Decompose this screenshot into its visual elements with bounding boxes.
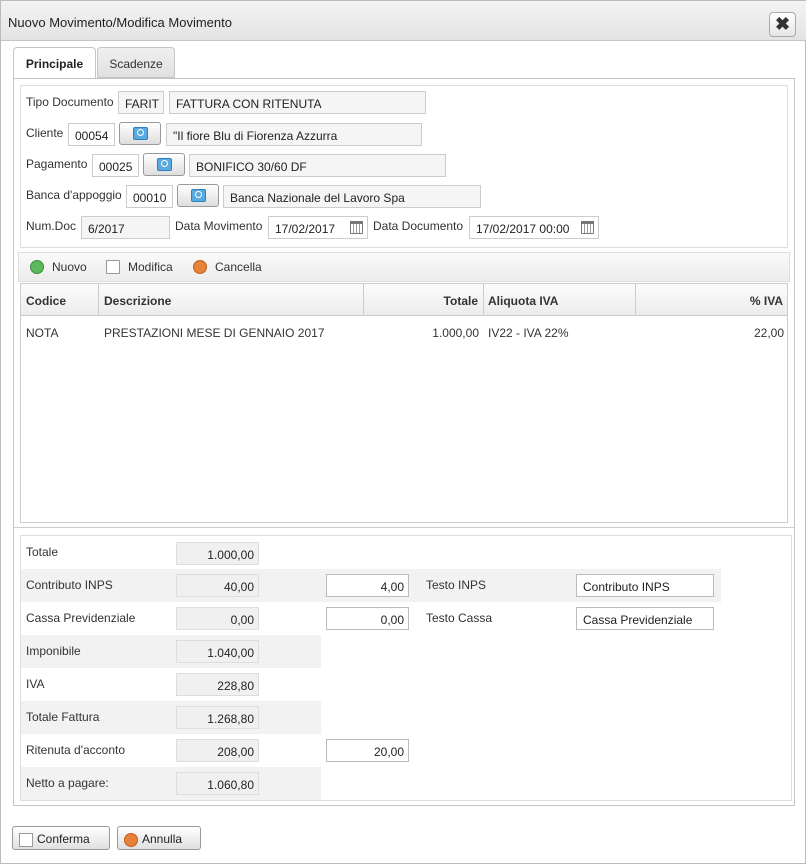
totale-label: Totale xyxy=(26,545,59,559)
cancel-icon xyxy=(124,832,138,847)
dialog-window: Nuovo Movimento/Modifica Movimento ✖ Pri… xyxy=(0,0,806,864)
rows-toolbar: Nuovo Modifica Cancella xyxy=(18,252,790,282)
conferma-label: Conferma xyxy=(37,832,90,846)
contributo-inps-row: Contributo INPS 40,00 4,00 Testo INPS Co… xyxy=(21,569,721,602)
ritenuta-row: Ritenuta d'acconto 208,00 xyxy=(21,734,321,767)
grid-header: Codice Descrizione Totale Aliquota IVA %… xyxy=(21,284,787,316)
column-header-totale[interactable]: Totale xyxy=(364,284,484,315)
cliente-search-button[interactable] xyxy=(119,122,161,145)
annulla-button[interactable]: Annulla xyxy=(117,826,201,850)
contributo-inps-value: 40,00 xyxy=(176,574,259,597)
calendar-icon[interactable] xyxy=(581,221,594,234)
column-header-codice[interactable]: Codice xyxy=(21,284,99,315)
ritenuta-label: Ritenuta d'acconto xyxy=(26,743,126,757)
totale-fattura-label: Totale Fattura xyxy=(26,710,100,724)
contributo-inps-label: Contributo INPS xyxy=(26,578,113,592)
iva-label: IVA xyxy=(26,677,45,691)
pagamento-description-field: BONIFICO 30/60 DF xyxy=(189,154,446,177)
iva-value: 228,80 xyxy=(176,673,259,696)
data-documento-label: Data Documento xyxy=(373,219,464,233)
netto-value: 1.060,80 xyxy=(176,772,259,795)
conferma-button[interactable]: Conferma xyxy=(12,826,110,850)
column-header-aliquota-iva[interactable]: Aliquota IVA xyxy=(484,284,636,315)
contributo-inps-rate-input[interactable]: 4,00 xyxy=(326,574,409,597)
cassa-previdenziale-label: Cassa Previdenziale xyxy=(26,611,136,625)
rows-grid: Codice Descrizione Totale Aliquota IVA %… xyxy=(20,283,788,523)
window-title: Nuovo Movimento/Modifica Movimento xyxy=(8,15,232,30)
tab-scadenze[interactable]: Scadenze xyxy=(97,47,175,78)
cell-descrizione: PRESTAZIONI MESE DI GENNAIO 2017 xyxy=(104,326,325,340)
testo-cassa-input[interactable]: Cassa Previdenziale xyxy=(576,607,714,630)
totals-panel: Totale 1.000,00 Contributo INPS 40,00 4,… xyxy=(20,535,792,801)
banca-search-button[interactable] xyxy=(177,184,219,207)
cliente-description-field: "Il fiore Blu di Fiorenza Azzurra xyxy=(166,123,422,146)
edit-icon[interactable] xyxy=(106,260,120,274)
imponibile-value: 1.040,00 xyxy=(176,640,259,663)
column-header-perc-iva[interactable]: % IVA xyxy=(636,284,787,315)
banca-label: Banca d'appoggio xyxy=(26,188,122,202)
delete-icon[interactable] xyxy=(193,260,207,274)
edit-icon xyxy=(19,832,33,847)
cell-aliquota-iva: IV22 - IVA 22% xyxy=(488,326,569,340)
tipo-documento-label: Tipo Documento xyxy=(26,95,114,109)
testo-cassa-label: Testo Cassa xyxy=(426,611,493,625)
nuovo-button[interactable]: Nuovo xyxy=(52,260,87,274)
banca-code-field[interactable]: 00010 xyxy=(126,185,173,208)
ritenuta-rate-input[interactable]: 20,00 xyxy=(326,739,409,762)
divider xyxy=(14,527,794,528)
totale-row: Totale 1.000,00 xyxy=(21,536,321,569)
num-doc-field[interactable]: 6/2017 xyxy=(81,216,170,239)
iva-row: IVA 228,80 xyxy=(21,668,321,701)
imponibile-label: Imponibile xyxy=(26,644,81,658)
tipo-documento-code-field[interactable]: FARIT xyxy=(118,91,164,114)
annulla-label: Annulla xyxy=(142,832,183,846)
modifica-button[interactable]: Modifica xyxy=(128,260,173,274)
data-movimento-field[interactable]: 17/02/2017 xyxy=(268,216,368,239)
search-icon xyxy=(191,189,206,202)
pagamento-code-field[interactable]: 00025 xyxy=(92,154,139,177)
title-bar: Nuovo Movimento/Modifica Movimento ✖ xyxy=(1,1,806,41)
column-header-descrizione[interactable]: Descrizione xyxy=(99,284,364,315)
netto-row: Netto a pagare: 1.060,80 xyxy=(21,767,321,800)
search-icon xyxy=(157,158,172,171)
cassa-previdenziale-rate-input[interactable]: 0,00 xyxy=(326,607,409,630)
pagamento-label: Pagamento xyxy=(26,157,88,171)
data-documento-value: 17/02/2017 00:00 xyxy=(476,222,570,236)
testo-inps-input[interactable]: Contributo INPS xyxy=(576,574,714,597)
header-form: Tipo Documento FARIT FATTURA CON RITENUT… xyxy=(20,85,788,248)
pagamento-search-button[interactable] xyxy=(143,153,185,176)
ritenuta-value: 208,00 xyxy=(176,739,259,762)
totale-fattura-row: Totale Fattura 1.268,80 xyxy=(21,701,321,734)
cassa-previdenziale-row: Cassa Previdenziale 0,00 xyxy=(21,602,321,635)
totale-fattura-value: 1.268,80 xyxy=(176,706,259,729)
close-icon: ✖ xyxy=(774,14,791,34)
data-documento-field[interactable]: 17/02/2017 00:00 xyxy=(469,216,599,239)
data-movimento-value: 17/02/2017 xyxy=(275,222,336,236)
calendar-icon[interactable] xyxy=(350,221,363,234)
cell-codice: NOTA xyxy=(26,326,59,340)
cell-perc-iva: 22,00 xyxy=(753,326,784,340)
cassa-previdenziale-value: 0,00 xyxy=(176,607,259,630)
search-icon xyxy=(133,127,148,140)
close-button[interactable]: ✖ xyxy=(769,12,796,37)
testo-inps-label: Testo INPS xyxy=(426,578,487,592)
data-movimento-label: Data Movimento xyxy=(175,219,263,233)
cell-totale: 1.000,00 xyxy=(432,326,479,340)
banca-description-field: Banca Nazionale del Lavoro Spa xyxy=(223,185,481,208)
cliente-code-field[interactable]: 00054 xyxy=(68,123,115,146)
tab-panel: Tipo Documento FARIT FATTURA CON RITENUT… xyxy=(13,78,795,806)
totale-value: 1.000,00 xyxy=(176,542,259,565)
num-doc-label: Num.Doc xyxy=(26,219,77,233)
tipo-documento-description-field: FATTURA CON RITENUTA xyxy=(169,91,426,114)
netto-label: Netto a pagare: xyxy=(26,776,109,790)
cancella-button[interactable]: Cancella xyxy=(215,260,262,274)
imponibile-row: Imponibile 1.040,00 xyxy=(21,635,321,668)
add-icon[interactable] xyxy=(30,260,44,274)
cliente-label: Cliente xyxy=(26,126,64,140)
tab-principale[interactable]: Principale xyxy=(13,47,96,79)
